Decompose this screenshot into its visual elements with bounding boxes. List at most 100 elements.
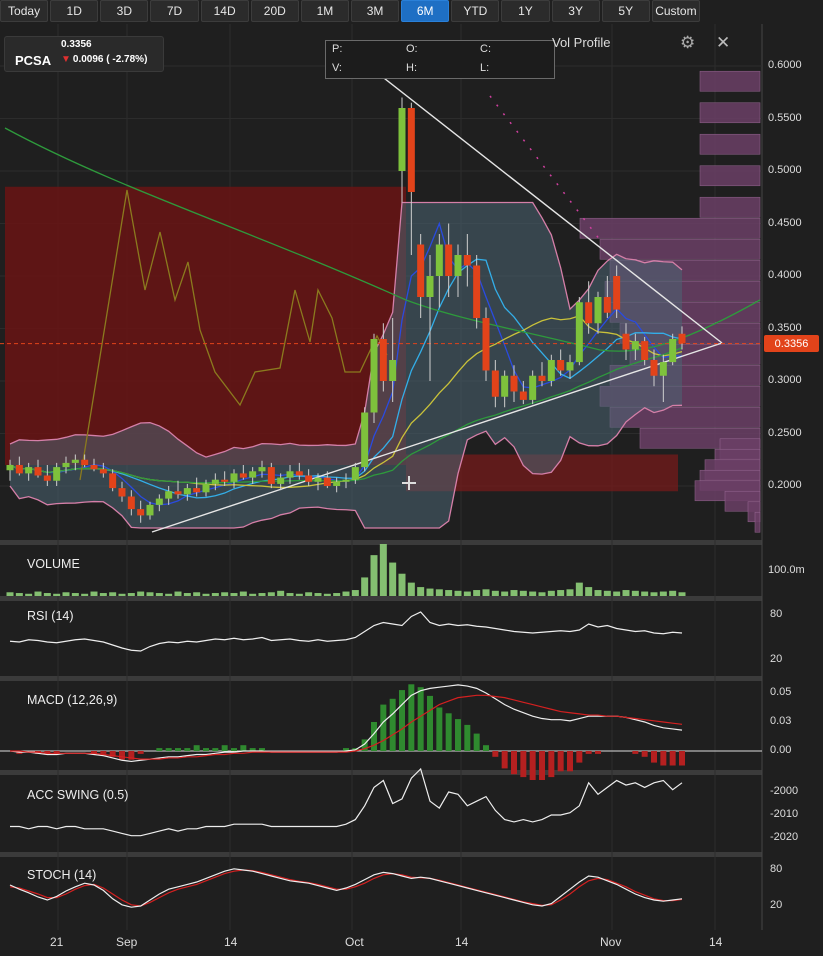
ohlc-p-label: P: <box>332 43 343 55</box>
range-button-1m[interactable]: 1M <box>300 0 349 22</box>
range-button-7d[interactable]: 7D <box>150 0 199 22</box>
ohlc-o-label: O: <box>406 43 418 55</box>
candle-body <box>333 481 341 486</box>
macd-histogram-bar <box>548 751 555 778</box>
macd-histogram-bar <box>100 751 107 754</box>
range-button-3y[interactable]: 3Y <box>551 0 600 22</box>
stoch-axis-label: 80 <box>770 863 783 875</box>
volume-bar <box>529 591 537 596</box>
range-button-20d[interactable]: 20D <box>250 0 299 22</box>
range-button-today[interactable]: Today <box>0 0 49 22</box>
volume-bar <box>286 593 294 596</box>
range-button-14d[interactable]: 14D <box>200 0 249 22</box>
macd-panel-label: MACD (12,26,9) <box>27 693 118 707</box>
last-price-tag: 0.3356 <box>764 335 819 352</box>
price-axis-label: 0.5500 <box>768 111 802 124</box>
range-button-3m[interactable]: 3M <box>350 0 400 22</box>
volume-bar <box>25 593 33 596</box>
volume-bar <box>370 555 378 596</box>
acc-axis-label: -2010 <box>770 808 799 820</box>
macd-histogram-bar <box>511 751 517 775</box>
candle-body <box>351 467 359 480</box>
gear-icon[interactable]: ⚙ <box>680 33 695 53</box>
volume-bar <box>267 592 275 596</box>
candle-body <box>510 375 518 392</box>
volume-bar <box>342 591 350 596</box>
volume-bar <box>230 593 238 596</box>
macd-histogram-bar <box>464 724 471 751</box>
macd-histogram-bar <box>557 751 564 772</box>
candle-body <box>407 108 415 192</box>
price-axis-label: 0.2000 <box>768 479 802 491</box>
volume-bar <box>146 592 154 596</box>
candle-body <box>389 360 397 381</box>
range-button-ytd[interactable]: YTD <box>451 0 500 22</box>
range-button-6m[interactable]: 6M <box>401 0 450 22</box>
candle-body <box>25 467 33 474</box>
volume-bar <box>211 593 219 596</box>
range-button-custom[interactable]: Custom <box>651 0 700 22</box>
macd-histogram-bar <box>436 707 443 751</box>
candle-body <box>118 488 126 497</box>
macd-histogram-bar <box>380 704 387 751</box>
macd-histogram-bar <box>660 751 667 766</box>
volume-bar <box>641 591 649 596</box>
volume-bar <box>165 593 173 596</box>
volume-bar <box>650 592 658 596</box>
volume-bar <box>435 589 443 596</box>
volume-bar <box>547 590 555 596</box>
volume-bar <box>221 592 229 596</box>
volume-bar <box>538 592 546 596</box>
quote-summary: PCSA 0.3356 ▼ 0.0096 ( -2.78%) <box>4 36 164 72</box>
volume-bar <box>15 593 23 596</box>
acc-axis-label: -2000 <box>770 785 799 797</box>
volume-bar <box>351 590 359 596</box>
candle-body <box>622 333 630 350</box>
volume-bar <box>333 593 341 596</box>
macd-histogram-bar <box>529 751 536 780</box>
rsi-panel-label: RSI (14) <box>27 609 74 623</box>
macd-histogram-bar <box>417 687 424 751</box>
volume-bar <box>90 591 98 596</box>
candle-body <box>305 475 313 482</box>
macd-histogram-bar <box>679 751 685 766</box>
rsi-axis-label: 20 <box>770 653 783 665</box>
candle-body <box>370 339 378 413</box>
candle-body <box>659 362 667 376</box>
price-change-value: 0.0096 ( -2.78%) <box>72 54 148 65</box>
candle-body <box>165 491 173 499</box>
volume-bar <box>34 591 42 596</box>
rsi-line <box>9 611 683 652</box>
stoch-line <box>9 868 683 908</box>
volume-axis-label: 100.0m <box>768 564 805 576</box>
close-icon[interactable]: ✕ <box>716 33 730 53</box>
price-axis-label: 0.4000 <box>768 269 802 281</box>
candle-body <box>258 467 266 472</box>
range-button-1d[interactable]: 1D <box>50 0 99 22</box>
candle-body <box>71 459 79 463</box>
range-button-5y[interactable]: 5Y <box>601 0 650 22</box>
volume-bar <box>99 593 107 596</box>
candle-body <box>43 475 51 481</box>
range-button-1y[interactable]: 1Y <box>501 0 550 22</box>
candle-body <box>137 509 145 516</box>
candle-body <box>127 496 135 510</box>
candle-body <box>202 483 210 493</box>
panel-divider <box>0 676 762 681</box>
volume-bar <box>622 590 630 596</box>
volume-bar <box>323 593 331 596</box>
macd-histogram-bar <box>641 751 648 757</box>
price-axis-label: 0.3000 <box>768 374 802 386</box>
volume-profile-bar <box>699 196 761 218</box>
candle-body <box>603 297 611 313</box>
range-button-3d[interactable]: 3D <box>100 0 149 22</box>
chart-canvas[interactable] <box>0 24 823 956</box>
ohlc-c-label: C: <box>480 43 491 55</box>
macd-axis-label: 0.03 <box>770 715 792 727</box>
volume-bar <box>669 590 677 596</box>
candle-body <box>361 412 369 468</box>
volume-bar <box>603 590 611 596</box>
candle-body <box>230 473 238 482</box>
volume-panel-label: VOLUME <box>27 557 80 571</box>
volume-bar <box>277 590 285 596</box>
